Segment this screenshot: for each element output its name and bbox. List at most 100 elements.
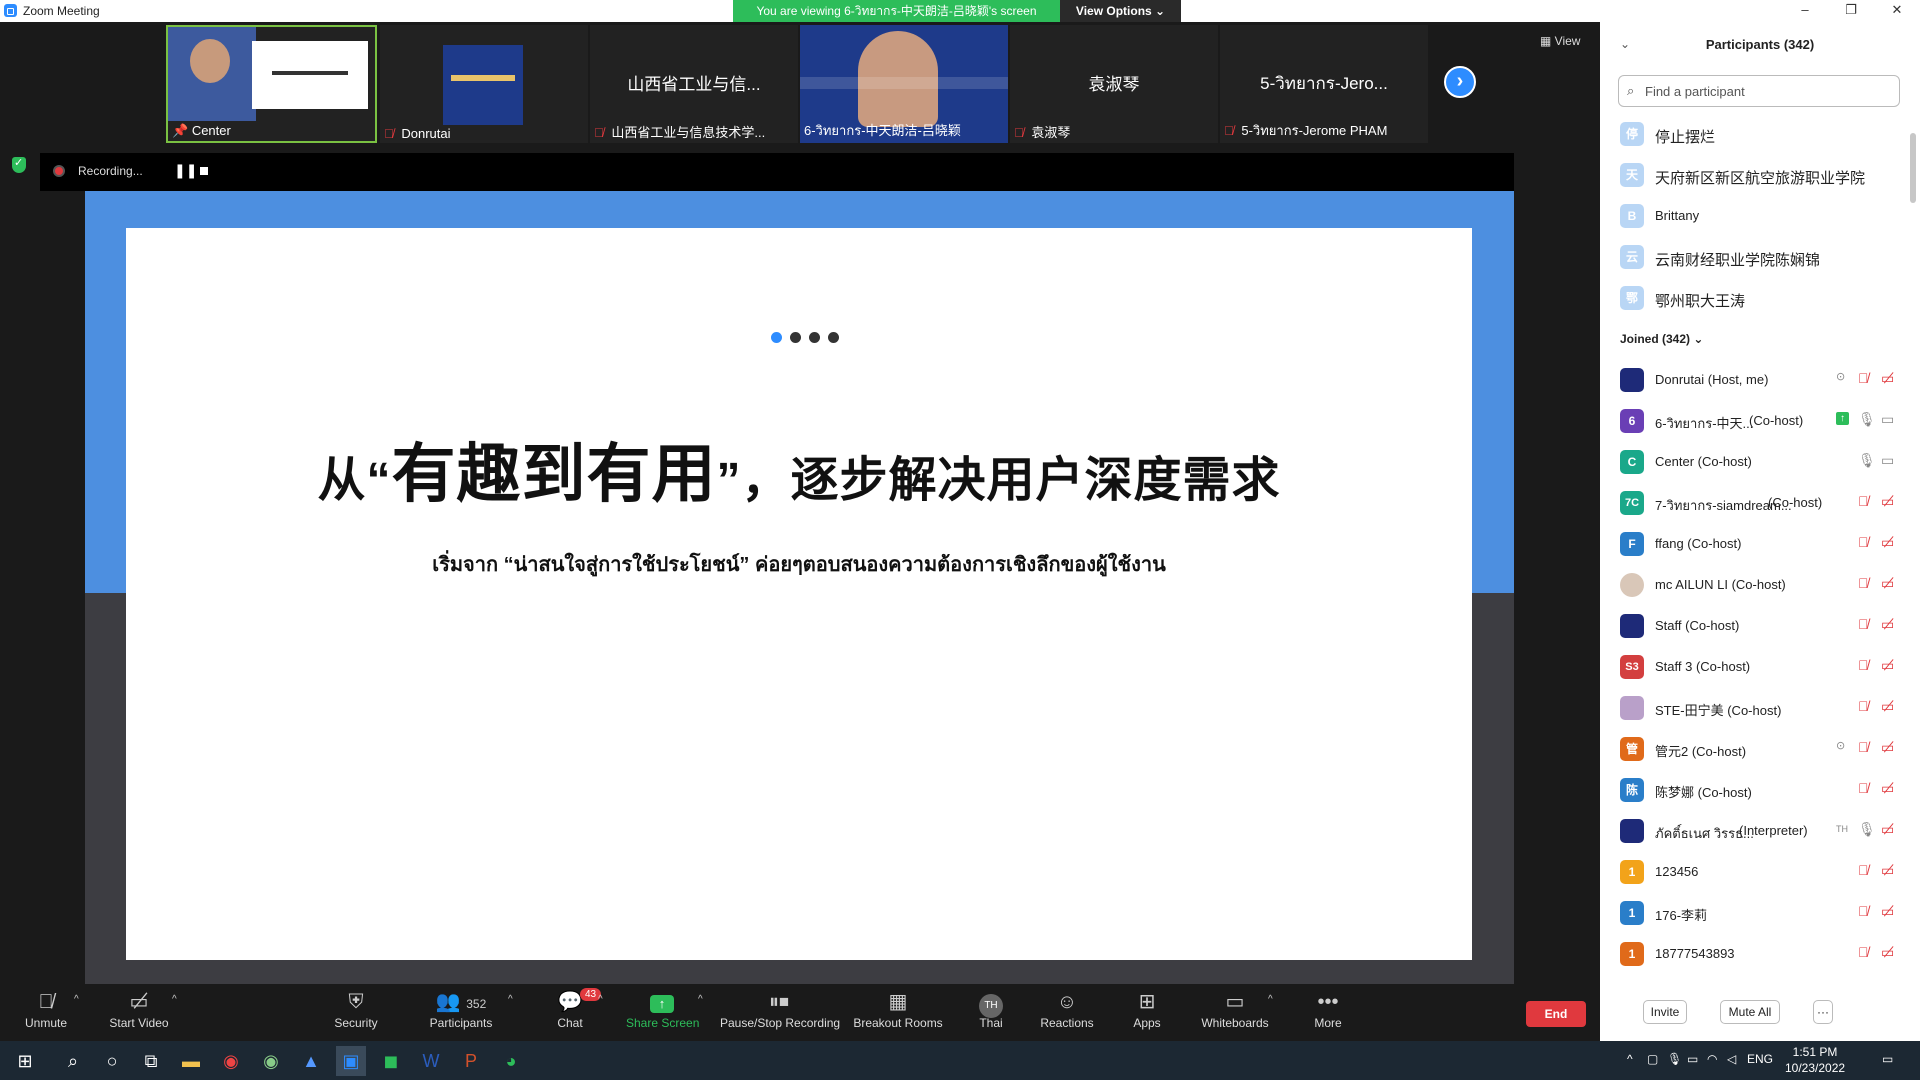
mic-muted-icon[interactable]: 🎙̸ xyxy=(1858,493,1869,509)
video-off-icon[interactable]: ▭̸ xyxy=(1881,739,1894,756)
table-row[interactable]: S3 Staff 3 (Co-host) 🎙̸ ▭̸ xyxy=(1600,646,1906,687)
powerpoint-icon[interactable]: P xyxy=(456,1046,486,1076)
mic-muted-icon[interactable]: 🎙̸ xyxy=(1858,575,1869,591)
task-view-icon[interactable]: ⧉ xyxy=(136,1046,166,1076)
view-layout-button[interactable]: ▦ View xyxy=(1540,34,1580,48)
interpretation-button[interactable]: TH Thai xyxy=(976,988,1006,1041)
next-thumbnails-arrow-icon[interactable]: › xyxy=(1444,66,1476,98)
table-row[interactable]: 1 18777543893 🎙̸ ▭̸ xyxy=(1600,933,1906,974)
reactions-button[interactable]: ☺ Reactions xyxy=(1040,988,1094,1041)
table-row[interactable]: mc AILUN LI (Co-host) 🎙̸ ▭̸ xyxy=(1600,564,1906,605)
video-thumbnail-donrutai[interactable]: 🎙̸ Donrutai xyxy=(380,25,588,143)
chat-caret-icon[interactable]: ^ xyxy=(598,994,603,1005)
video-off-icon[interactable]: ▭̸ xyxy=(1881,493,1894,510)
chat-button[interactable]: 💬 43 Chat xyxy=(552,988,602,1041)
table-row[interactable]: Staff (Co-host) 🎙̸ ▭̸ xyxy=(1600,605,1906,646)
video-off-icon[interactable]: ▭̸ xyxy=(1881,534,1894,551)
share-caret-icon[interactable]: ^ xyxy=(698,994,703,1005)
line-icon[interactable]: ◼ xyxy=(376,1046,406,1076)
table-row[interactable]: 1 176-李莉 🎙̸ ▭̸ xyxy=(1600,892,1906,933)
mic-muted-icon[interactable]: 🎙̸ xyxy=(1858,657,1869,673)
encryption-shield-icon[interactable] xyxy=(12,156,26,173)
file-explorer-icon[interactable]: ▬ xyxy=(176,1046,206,1076)
table-row[interactable]: 管 管元2 (Co-host) ⊙ 🎙̸ ▭̸ xyxy=(1600,728,1906,769)
table-row[interactable]: C Center (Co-host) 🎙 ▭ xyxy=(1600,441,1906,482)
video-off-icon[interactable]: ▭̸ xyxy=(1881,903,1894,920)
table-row[interactable]: ภัคติ์ธเนศ วิรรธ... (Interpreter) TH 🎙 ▭… xyxy=(1600,810,1906,851)
invite-button[interactable]: Invite xyxy=(1643,1000,1687,1024)
table-row[interactable]: F ffang (Co-host) 🎙̸ ▭̸ xyxy=(1600,523,1906,564)
mic-muted-icon[interactable]: 🎙̸ xyxy=(1858,739,1869,755)
mic-muted-icon[interactable]: 🎙̸ xyxy=(1858,862,1869,878)
display-icon[interactable]: ▭ xyxy=(1687,1052,1698,1066)
pause-recording-icon[interactable]: ❚❚ xyxy=(174,162,197,179)
list-item[interactable]: 天 天府新区新区航空旅游职业学院 xyxy=(1600,154,1906,195)
photos-icon[interactable]: ▲ xyxy=(296,1046,326,1076)
table-row[interactable]: 1 123456 🎙̸ ▭̸ xyxy=(1600,851,1906,892)
start-video-button[interactable]: ▭̸ Start Video xyxy=(104,988,174,1041)
stop-recording-icon[interactable] xyxy=(200,167,208,175)
cortana-icon[interactable]: ○ xyxy=(97,1046,127,1076)
video-off-icon[interactable]: ▭̸ xyxy=(1881,370,1894,387)
security-button[interactable]: ⛨ Security xyxy=(332,988,380,1041)
mic-muted-icon[interactable]: 🎙̸ xyxy=(1858,780,1869,796)
notifications-icon[interactable]: ▭ xyxy=(1882,1052,1893,1066)
more-button[interactable]: ••• More xyxy=(1308,988,1348,1041)
volume-icon[interactable]: ◁ xyxy=(1727,1052,1736,1066)
video-icon[interactable]: ▭ xyxy=(1881,411,1894,428)
video-options-caret-icon[interactable]: ^ xyxy=(172,994,177,1005)
table-row[interactable]: 7C 7-วิทยากร-siamdream... (Co-host) 🎙̸ ▭… xyxy=(1600,482,1906,523)
view-options-button[interactable]: View Options ⌄ xyxy=(1060,0,1181,22)
mic-icon[interactable]: 🎙 xyxy=(1858,821,1876,838)
end-meeting-button[interactable]: End xyxy=(1526,1001,1586,1027)
apps-button[interactable]: ⊞ Apps xyxy=(1132,988,1162,1041)
restore-button[interactable]: ❐ xyxy=(1828,0,1874,22)
mic-muted-icon[interactable]: 🎙̸ xyxy=(1858,534,1869,550)
more-options-button[interactable]: ··· xyxy=(1813,1000,1833,1024)
mic-muted-icon[interactable]: 🎙̸ xyxy=(1858,944,1869,960)
participants-button[interactable]: 👥 352 Participants xyxy=(426,988,496,1041)
video-thumbnail-yuan[interactable]: 袁淑琴 🎙̸ 袁淑琴 xyxy=(1010,25,1218,143)
share-screen-button[interactable]: ↑ Share Screen xyxy=(626,988,699,1041)
table-row[interactable]: Donrutai (Host, me) ⊙ 🎙̸ ▭̸ xyxy=(1600,359,1906,400)
whiteboards-button[interactable]: ▭ Whiteboards xyxy=(1200,988,1270,1041)
video-icon[interactable]: ▭ xyxy=(1881,452,1894,469)
whiteboards-caret-icon[interactable]: ^ xyxy=(1268,994,1273,1005)
mute-all-button[interactable]: Mute All xyxy=(1720,1000,1780,1024)
browser-icon[interactable]: ◉ xyxy=(256,1046,286,1076)
video-off-icon[interactable]: ▭̸ xyxy=(1881,780,1894,797)
table-row[interactable]: 陈 陈梦娜 (Co-host) 🎙̸ ▭̸ xyxy=(1600,769,1906,810)
list-item[interactable]: 停 停止摆烂 xyxy=(1600,113,1906,154)
wechat-icon[interactable]: ◕ xyxy=(496,1046,526,1076)
windows-start-icon[interactable]: ⊞ xyxy=(10,1046,40,1076)
mic-muted-icon[interactable]: 🎙̸ xyxy=(1858,616,1869,632)
video-off-icon[interactable]: ▭̸ xyxy=(1881,575,1894,592)
video-off-icon[interactable]: ▭̸ xyxy=(1881,698,1894,715)
video-thumbnail-speaker[interactable]: 6-วิทยากร-中天朗洁-吕晓颖 xyxy=(800,25,1008,143)
close-button[interactable]: ✕ xyxy=(1874,0,1920,22)
language-indicator[interactable]: ENG xyxy=(1747,1052,1773,1066)
mic-icon[interactable]: 🎙 xyxy=(1858,411,1876,428)
video-off-icon[interactable]: ▭̸ xyxy=(1881,616,1894,633)
tray-chevron-icon[interactable]: ^ xyxy=(1627,1052,1633,1066)
video-off-icon[interactable]: ▭̸ xyxy=(1881,944,1894,961)
search-icon[interactable]: ⌕ xyxy=(58,1046,88,1076)
list-item[interactable]: 鄂 鄂州职大王涛 xyxy=(1600,277,1906,318)
zoom-taskbar-icon[interactable]: ▣ xyxy=(336,1046,366,1076)
wifi-icon[interactable]: ◠ xyxy=(1707,1052,1717,1066)
minimize-button[interactable]: – xyxy=(1782,0,1828,22)
list-item[interactable]: 云 云南财经职业学院陈娴锦 xyxy=(1600,236,1906,277)
mic-muted-icon[interactable]: 🎙̸ xyxy=(1858,370,1869,386)
unmute-button[interactable]: 🎙̸ Unmute xyxy=(20,988,72,1041)
video-off-icon[interactable]: ▭̸ xyxy=(1881,862,1894,879)
table-row[interactable]: STE-田宁美 (Co-host) 🎙̸ ▭̸ xyxy=(1600,687,1906,728)
word-icon[interactable]: W xyxy=(416,1046,446,1076)
mic-muted-icon[interactable]: 🎙̸ xyxy=(1858,698,1869,714)
search-input[interactable] xyxy=(1645,81,1895,101)
video-off-icon[interactable]: ▭̸ xyxy=(1881,821,1894,838)
video-off-icon[interactable]: ▭̸ xyxy=(1881,657,1894,674)
table-row[interactable]: 6 6-วิทยากร-中天... (Co-host) ↑ 🎙 ▭ xyxy=(1600,400,1906,441)
participants-caret-icon[interactable]: ^ xyxy=(508,994,513,1005)
participant-search[interactable]: ⌕ xyxy=(1618,75,1900,107)
joined-section-header[interactable]: Joined (342) ⌄ xyxy=(1600,318,1906,359)
